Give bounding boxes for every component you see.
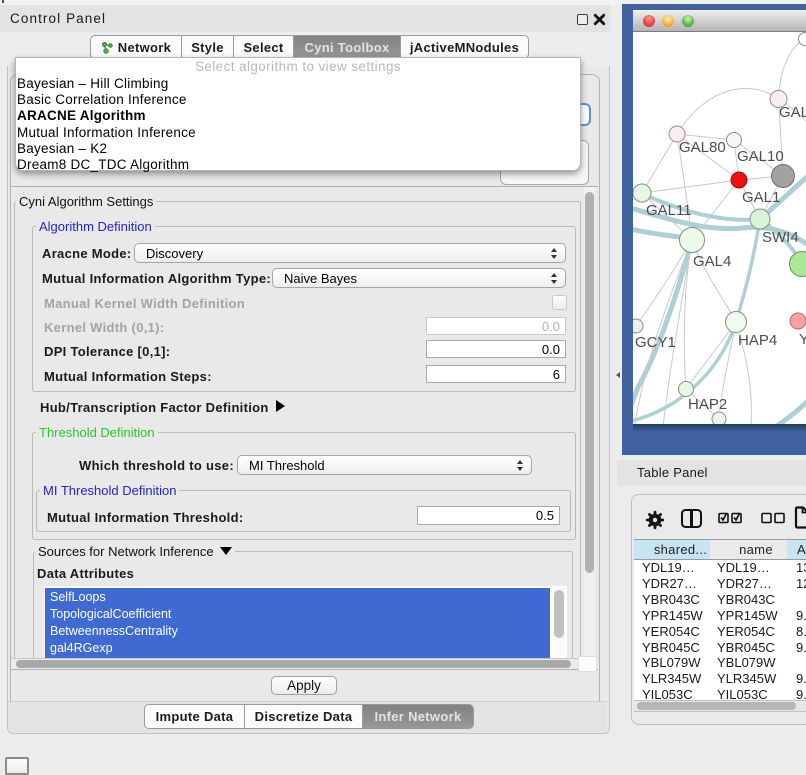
svg-text:GAL8: GAL8 — [779, 104, 806, 121]
svg-text:SWI4: SWI4 — [762, 229, 799, 246]
svg-text:GAL80: GAL80 — [679, 139, 726, 156]
svg-text:Y: Y — [799, 331, 806, 348]
svg-text:GAL1: GAL1 — [742, 189, 780, 206]
svg-text:HAP2: HAP2 — [688, 396, 727, 413]
svg-text:GCY1: GCY1 — [635, 334, 676, 351]
svg-text:GAL10: GAL10 — [737, 148, 784, 165]
svg-text:HAP4: HAP4 — [738, 332, 777, 349]
svg-text:GAL4: GAL4 — [693, 253, 731, 270]
svg-text:GAL11: GAL11 — [646, 202, 692, 219]
